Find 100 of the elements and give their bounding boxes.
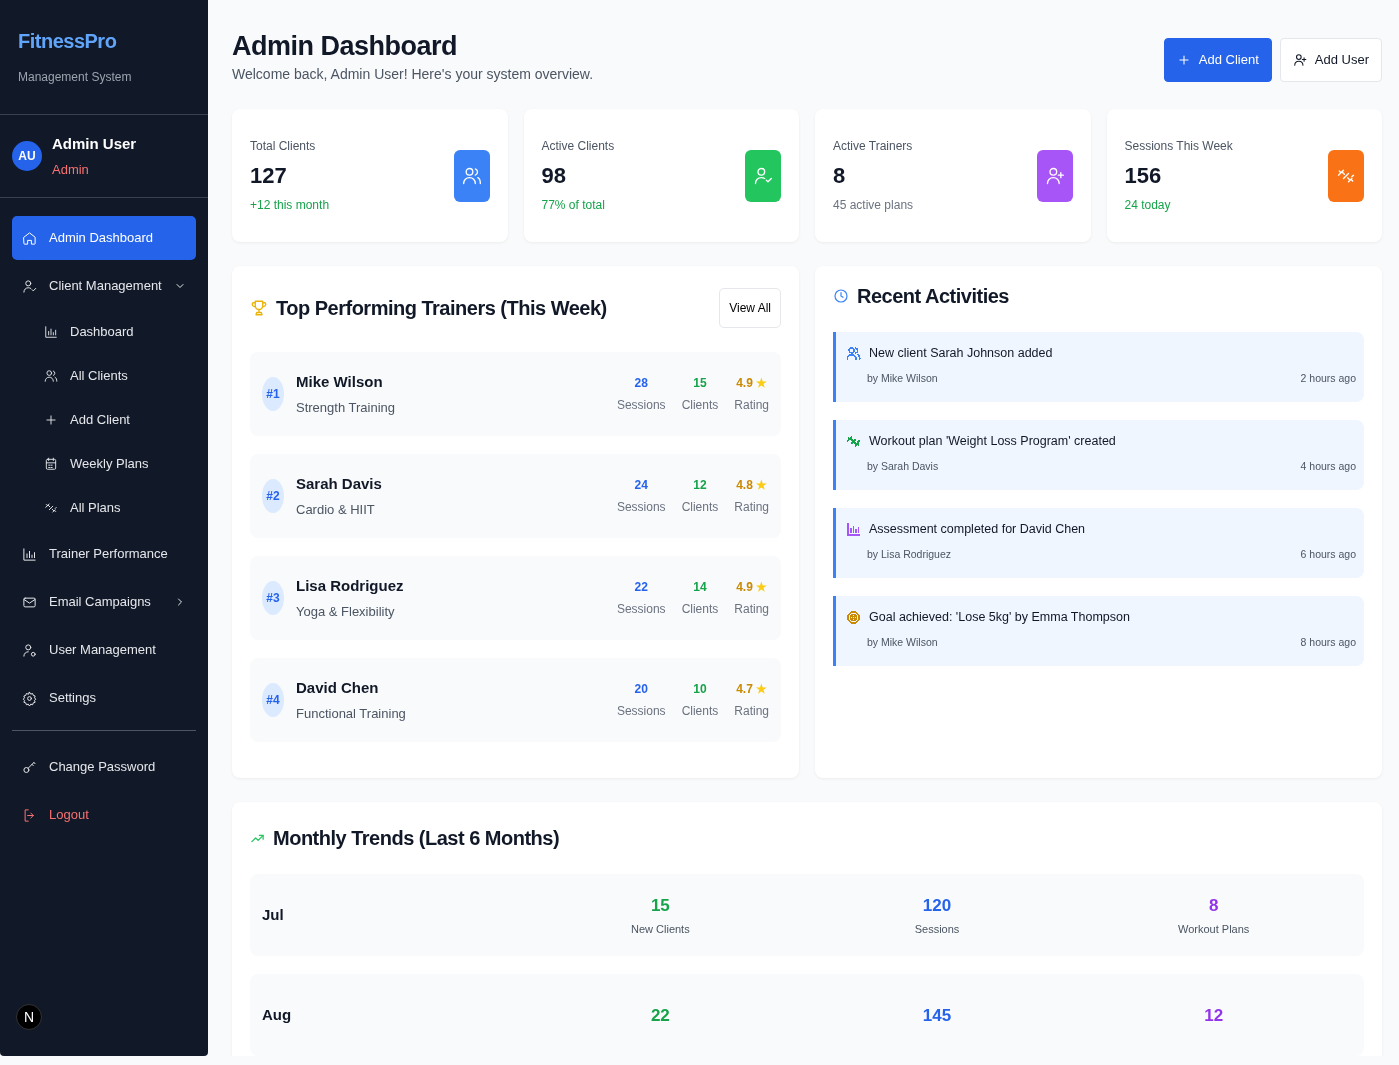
plus-icon — [1176, 53, 1191, 67]
user-avatar: AU — [12, 141, 42, 171]
plus-icon — [44, 413, 58, 427]
trainer-specialty: Strength Training — [296, 398, 395, 417]
activity-time: 4 hours ago — [1300, 459, 1356, 475]
trainer-name: Sarah Davis — [296, 474, 382, 495]
trainer-name: Lisa Rodriguez — [296, 576, 404, 597]
metric-value: 12 — [692, 477, 708, 495]
month-label: Aug — [262, 1005, 293, 1026]
nav-item[interactable]: Logout — [12, 793, 196, 837]
home-icon — [22, 230, 37, 246]
metric-value: 24 — [633, 477, 649, 495]
rank-badge: #2 — [262, 479, 284, 514]
rank-badge: #4 — [262, 683, 284, 718]
trainer-row[interactable]: #2 Sarah Davis Cardio & HIIT 24 Sessions 12 Clients 4.8 ★ Rating — [250, 454, 781, 539]
page-title: Admin Dashboard — [232, 30, 459, 63]
trainer-name: David Chen — [296, 678, 380, 699]
trend-value: 15 — [649, 895, 671, 918]
activity-author: by Lisa Rodriguez — [867, 547, 952, 563]
activity-time: 6 hours ago — [1300, 547, 1356, 563]
stat-label: Sessions This Week — [1124, 138, 1233, 156]
user-gear-icon — [22, 642, 37, 658]
metric-label: Rating — [734, 703, 769, 721]
user-check-icon — [753, 165, 773, 186]
metric-value: 28 — [633, 375, 649, 393]
activity-text: New client Sarah Johnson added — [869, 345, 1053, 363]
trend-value: 22 — [649, 1004, 671, 1027]
stat-value: 8 — [833, 162, 847, 191]
metric-value: 4.7 ★ — [735, 681, 769, 699]
stat-label: Total Clients — [250, 138, 317, 156]
panel-title: Monthly Trends (Last 6 Months) — [273, 826, 560, 851]
users-icon — [461, 165, 482, 186]
nav-subitem[interactable]: All Clients — [12, 356, 196, 396]
nav-item[interactable]: Client Management — [12, 264, 196, 308]
nav-item[interactable]: Trainer Performance — [12, 532, 196, 576]
stat-note: +12 this month — [250, 197, 330, 215]
brand-subtitle: Management System — [18, 69, 133, 86]
metric-label: Clients — [681, 499, 719, 517]
star-icon: ★ — [756, 580, 768, 595]
activity-text: Goal achieved: 'Lose 5kg' by Emma Thompson — [869, 609, 1130, 627]
metric-value: 20 — [633, 681, 649, 699]
panel-title: Top Performing Trainers (This Week) — [276, 296, 607, 321]
metric-label: Sessions — [616, 703, 666, 721]
rank-badge: #1 — [262, 377, 284, 412]
user-plus-icon — [1292, 53, 1307, 67]
trainer-row[interactable]: #4 David Chen Functional Training 20 Sessions 10 Clients 4.7 ★ Rating — [250, 658, 781, 743]
dev-badge[interactable]: N — [16, 1004, 42, 1030]
trainer-specialty: Yoga & Flexibility — [296, 602, 396, 621]
nav-subitem[interactable]: Add Client — [12, 400, 196, 440]
metric-label: Rating — [734, 397, 769, 415]
activity-text: Assessment completed for David Chen — [869, 521, 1086, 539]
star-icon: ★ — [756, 682, 768, 697]
activity-author: by Sarah Davis — [867, 459, 939, 475]
mail-icon — [22, 594, 37, 610]
metric-label: Clients — [681, 703, 719, 721]
metric-value: 15 — [692, 375, 708, 393]
nav-item[interactable]: Settings — [12, 676, 196, 720]
nav-subitem[interactable]: Dashboard — [12, 312, 196, 352]
bar-chart-icon — [44, 325, 58, 339]
month-label: Jul — [262, 905, 285, 926]
activity-time: 2 hours ago — [1300, 371, 1356, 387]
star-icon: ★ — [756, 376, 768, 391]
trainer-name: Mike Wilson — [296, 372, 384, 393]
nav-item[interactable]: Admin Dashboard — [12, 216, 196, 260]
trend-label: Sessions — [913, 921, 961, 937]
trainer-specialty: Cardio & HIIT — [296, 500, 376, 519]
users-icon — [44, 369, 58, 383]
metric-label: Sessions — [616, 397, 666, 415]
page-subtitle: Welcome back, Admin User! Here's your system overview. — [232, 65, 594, 85]
trainer-specialty: Functional Training — [296, 704, 406, 723]
nav-item[interactable]: Change Password — [12, 745, 196, 789]
trend-value: 145 — [921, 1004, 953, 1027]
nav-subitem[interactable]: All Plans — [12, 488, 196, 528]
user-role: Admin — [52, 160, 90, 179]
stat-value: 98 — [541, 162, 567, 191]
metric-value: 4.9 ★ — [735, 579, 769, 597]
star-icon: ★ — [756, 478, 768, 493]
metric-label: Sessions — [616, 499, 666, 517]
nav-subitem[interactable]: Weekly Plans — [12, 444, 196, 484]
metric-value: 4.9 ★ — [735, 375, 769, 393]
settings-icon — [22, 690, 37, 706]
user-plus-icon — [1044, 165, 1065, 186]
trend-value: 120 — [921, 895, 953, 918]
nav-item[interactable]: User Management — [12, 628, 196, 672]
metric-label: Clients — [681, 601, 719, 619]
trainer-row[interactable]: #1 Mike Wilson Strength Training 28 Sessions 15 Clients 4.9 ★ Rating — [250, 352, 781, 437]
stat-note: 45 active plans — [833, 197, 914, 215]
trend-label: Workout Plans — [1177, 921, 1251, 937]
nav-item[interactable]: Email Campaigns — [12, 580, 196, 624]
stat-value: 156 — [1124, 162, 1163, 191]
stat-label: Active Clients — [541, 138, 615, 156]
rank-badge: #3 — [262, 581, 284, 616]
metric-value: 10 — [692, 681, 708, 699]
add-user-button[interactable]: Add User — [1279, 38, 1382, 82]
view-all-button[interactable]: View All — [719, 288, 781, 329]
stat-note: 24 today — [1124, 197, 1172, 215]
trainer-row[interactable]: #3 Lisa Rodriguez Yoga & Flexibility 22 Sessions 14 Clients 4.9 ★ Rating — [250, 556, 781, 641]
trend-label: New Clients — [630, 921, 691, 937]
activity-text: Workout plan 'Weight Loss Program' created — [869, 433, 1116, 451]
add-client-button[interactable]: Add Client — [1163, 38, 1272, 82]
